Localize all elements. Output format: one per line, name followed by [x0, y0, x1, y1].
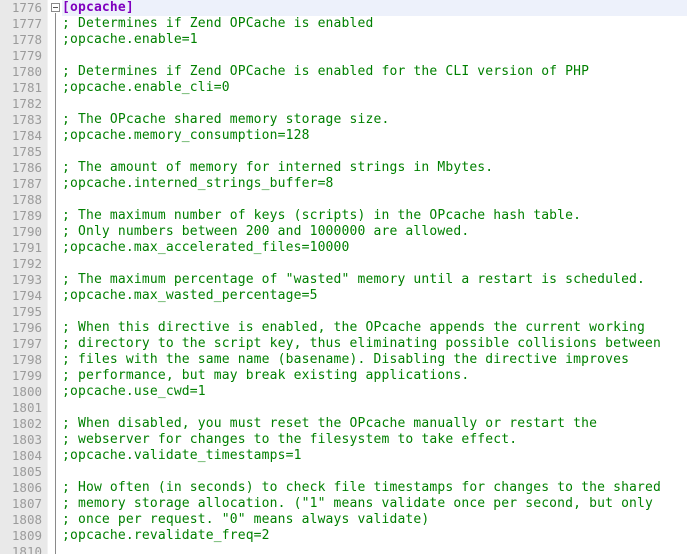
line-number: 1794	[11, 288, 42, 303]
code-line[interactable]: ; The OPcache shared memory storage size…	[0, 112, 687, 128]
code-content[interactable]: [opcache]; Determines if Zend OPCache is…	[0, 0, 687, 554]
code-line[interactable]: ; webserver for changes to the filesyste…	[0, 432, 687, 448]
code-line[interactable]: ;opcache.revalidate_freq=2	[0, 528, 687, 544]
code-line[interactable]	[0, 464, 687, 480]
line-number: 1790	[11, 224, 42, 239]
fold-collapse-marker-icon[interactable]	[51, 3, 60, 12]
indent-guide-line	[55, 13, 56, 554]
code-line[interactable]: ; Determines if Zend OPCache is enabled	[0, 16, 687, 32]
line-number: 1780	[11, 64, 42, 79]
line-number: 1800	[11, 384, 42, 399]
line-number: 1792	[11, 256, 42, 271]
code-line[interactable]	[0, 304, 687, 320]
code-line[interactable]: ;opcache.max_accelerated_files=10000	[0, 240, 687, 256]
code-line[interactable]	[0, 544, 687, 554]
code-line[interactable]: ; performance, but may break existing ap…	[0, 368, 687, 384]
line-number: 1785	[11, 144, 42, 159]
code-line[interactable]	[0, 400, 687, 416]
line-number: 1804	[11, 448, 42, 463]
code-line[interactable]: ;opcache.memory_consumption=128	[0, 128, 687, 144]
code-line[interactable]: ;opcache.interned_strings_buffer=8	[0, 176, 687, 192]
code-line[interactable]: ; When disabled, you must reset the OPca…	[0, 416, 687, 432]
code-line[interactable]: ; When this directive is enabled, the OP…	[0, 320, 687, 336]
line-number: 1810	[11, 544, 42, 554]
line-number: 1799	[11, 368, 42, 383]
line-number: 1789	[11, 208, 42, 223]
line-number: 1791	[11, 240, 42, 255]
line-number: 1808	[11, 512, 42, 527]
line-number: 1777	[11, 16, 42, 31]
line-number: 1788	[11, 192, 42, 207]
code-line[interactable]: ; memory storage allocation. ("1" means …	[0, 496, 687, 512]
line-number: 1798	[11, 352, 42, 367]
code-line[interactable]: ; How often (in seconds) to check file t…	[0, 480, 687, 496]
code-line[interactable]	[0, 256, 687, 272]
code-line[interactable]	[0, 144, 687, 160]
code-line[interactable]: ; directory to the script key, thus elim…	[0, 336, 687, 352]
line-number: 1807	[11, 496, 42, 511]
code-line[interactable]: ; Determines if Zend OPCache is enabled …	[0, 64, 687, 80]
code-line[interactable]	[0, 48, 687, 64]
line-number: 1793	[11, 272, 42, 287]
code-line[interactable]: ; The maximum number of keys (scripts) i…	[0, 208, 687, 224]
line-number: 1784	[11, 128, 42, 143]
line-number: 1806	[11, 480, 42, 495]
line-number: 1778	[11, 32, 42, 47]
code-line[interactable]: ; files with the same name (basename). D…	[0, 352, 687, 368]
code-line[interactable]: ;opcache.validate_timestamps=1	[0, 448, 687, 464]
line-number: 1781	[11, 80, 42, 95]
line-number: 1797	[11, 336, 42, 351]
code-line[interactable]: ; Only numbers between 200 and 1000000 a…	[0, 224, 687, 240]
code-line[interactable]: ;opcache.use_cwd=1	[0, 384, 687, 400]
code-line[interactable]	[0, 192, 687, 208]
line-number: 1795	[11, 304, 42, 319]
code-line[interactable]: ; once per request. "0" means always val…	[0, 512, 687, 528]
code-line[interactable]	[0, 96, 687, 112]
line-number: 1779	[11, 48, 42, 63]
line-number-list: 1776 1777 1778 1779 1780 1781 1782 1783 1784 1785…	[0, 0, 47, 554]
line-number: 1786	[11, 160, 42, 175]
code-line[interactable]: ; The maximum percentage of "wasted" mem…	[0, 272, 687, 288]
code-line[interactable]: ;opcache.enable_cli=0	[0, 80, 687, 96]
line-number: 1803	[11, 432, 42, 447]
code-line[interactable]: ; The amount of memory for interned stri…	[0, 160, 687, 176]
line-number: 1805	[11, 464, 42, 479]
code-line[interactable]: [opcache]	[0, 0, 687, 16]
code-line[interactable]: ;opcache.enable=1	[0, 32, 687, 48]
line-number: 1809	[11, 528, 42, 543]
code-line[interactable]: ;opcache.max_wasted_percentage=5	[0, 288, 687, 304]
line-number: 1787	[11, 176, 42, 191]
line-number: 1801	[11, 400, 42, 415]
line-number: 1782	[11, 96, 42, 111]
code-editor[interactable]: 1776 1777 1778 1779 1780 1781 1782 1783 1784 1785…	[0, 0, 687, 554]
line-number: 1783	[11, 112, 42, 127]
line-number: 1796	[11, 320, 42, 335]
line-number: 1802	[11, 416, 42, 431]
line-number: 1776	[11, 0, 42, 15]
